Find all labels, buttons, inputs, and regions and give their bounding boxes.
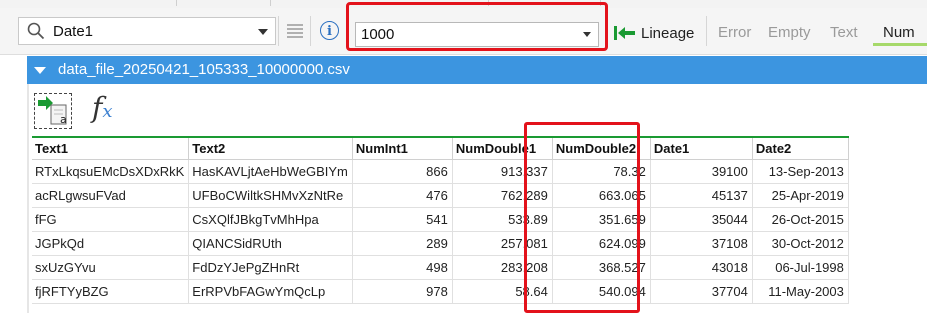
table-cell[interactable]: CsXQlfJBkgTvMhHpa bbox=[188, 207, 353, 232]
table-cell[interactable]: sxUzGYvu bbox=[32, 255, 190, 280]
field-select[interactable]: Date1 bbox=[18, 17, 276, 45]
import-file-icon: a bbox=[38, 96, 67, 126]
table-cell[interactable]: 11-May-2003 bbox=[752, 279, 849, 304]
search-icon bbox=[27, 22, 45, 40]
filter-error[interactable]: Error bbox=[718, 24, 751, 41]
table-cell[interactable]: 257.081 bbox=[452, 231, 553, 256]
tab-divider bbox=[600, 0, 601, 6]
panel-left-edge bbox=[27, 84, 29, 313]
table-cell[interactable]: fjRFTYyBZG bbox=[32, 279, 190, 304]
table-cell[interactable]: 289 bbox=[352, 231, 453, 256]
table-cell[interactable]: 45137 bbox=[650, 183, 753, 208]
table-cell[interactable]: 866 bbox=[352, 159, 453, 184]
table-cell[interactable]: 624.099 bbox=[552, 231, 651, 256]
tab-divider bbox=[488, 0, 489, 6]
filter-num-active-indicator bbox=[873, 43, 927, 46]
toolbar-divider bbox=[706, 16, 707, 46]
table-row[interactable]: fjRFTYyBZG ErRPVbFAGwYmQcLp 978 58.64 540.09… bbox=[32, 279, 849, 304]
table-cell[interactable]: 283.208 bbox=[452, 255, 553, 280]
field-select-value: Date1 bbox=[53, 23, 94, 40]
table-cell[interactable]: 762.289 bbox=[452, 183, 553, 208]
table-cell[interactable]: 663.065 bbox=[552, 183, 651, 208]
table-cell[interactable]: 37704 bbox=[650, 279, 753, 304]
column-header[interactable]: Text2 bbox=[188, 136, 353, 160]
tab-divider bbox=[176, 0, 177, 6]
toolbar-divider bbox=[278, 16, 279, 46]
column-header[interactable]: NumInt1 bbox=[352, 136, 453, 160]
table-cell[interactable]: RTxLkqsuEMcDsXDxRkK bbox=[32, 159, 190, 184]
filter-empty[interactable]: Empty bbox=[768, 24, 811, 41]
table-cell[interactable]: ErRPVbFAGwYmQcLp bbox=[188, 279, 353, 304]
table-cell[interactable]: fFG bbox=[32, 207, 190, 232]
table-cell[interactable]: 498 bbox=[352, 255, 453, 280]
function-icon[interactable]: fx bbox=[92, 93, 113, 127]
table-cell[interactable]: FdDzYJePgZHnRt bbox=[188, 255, 353, 280]
lineage-button[interactable]: Lineage bbox=[614, 22, 694, 44]
tab-divider bbox=[270, 0, 271, 6]
list-icon[interactable] bbox=[287, 24, 303, 38]
column-header[interactable]: Date2 bbox=[752, 136, 849, 160]
table-cell[interactable]: 540.094 bbox=[552, 279, 651, 304]
info-icon[interactable]: i bbox=[320, 21, 339, 40]
table-cell[interactable]: 533.89 bbox=[452, 207, 553, 232]
table-cell[interactable]: 351.659 bbox=[552, 207, 651, 232]
data-grid: Text1 Text2 NumInt1 NumDouble1 NumDouble2 Dat… bbox=[32, 136, 849, 304]
table-cell[interactable]: QIANCSidRUth bbox=[188, 231, 353, 256]
table-cell[interactable]: 30-Oct-2012 bbox=[752, 231, 849, 256]
table-cell[interactable]: 35044 bbox=[650, 207, 753, 232]
table-cell[interactable]: acRLgwsuFVad bbox=[32, 183, 190, 208]
lineage-icon bbox=[614, 26, 635, 40]
row-limit-value: 1000 bbox=[361, 26, 395, 43]
collapse-icon[interactable] bbox=[34, 67, 46, 74]
svg-text:a: a bbox=[60, 113, 67, 126]
table-cell[interactable]: 978 bbox=[352, 279, 453, 304]
table-cell[interactable]: 43018 bbox=[650, 255, 753, 280]
table-cell[interactable]: UFBoCWiltkSHMvXzNtRe bbox=[188, 183, 353, 208]
table-cell[interactable]: 78.32 bbox=[552, 159, 651, 184]
table-row[interactable]: RTxLkqsuEMcDsXDxRkK HasKAVLjtAeHbWeGBIYm 8… bbox=[32, 159, 849, 184]
table-cell[interactable]: 25-Apr-2019 bbox=[752, 183, 849, 208]
table-cell[interactable]: 58.64 bbox=[452, 279, 553, 304]
table-cell[interactable]: 368.527 bbox=[552, 255, 651, 280]
chevron-down-icon[interactable] bbox=[258, 29, 268, 35]
table-cell[interactable]: 06-Jul-1998 bbox=[752, 255, 849, 280]
column-header[interactable]: Text1 bbox=[32, 136, 190, 160]
panel-title: data_file_20250421_105333_10000000.csv bbox=[58, 61, 350, 78]
table-cell[interactable]: 913.337 bbox=[452, 159, 553, 184]
table-row[interactable]: JGPkQd QIANCSidRUth 289 257.081 624.099 37108… bbox=[32, 231, 849, 256]
table-row[interactable]: fFG CsXQlfJBkgTvMhHpa 541 533.89 351.659 3504… bbox=[32, 207, 849, 232]
table-body: RTxLkqsuEMcDsXDxRkK HasKAVLjtAeHbWeGBIYm 8… bbox=[32, 159, 849, 304]
row-limit-select[interactable]: 1000 bbox=[355, 22, 599, 47]
table-cell[interactable]: 541 bbox=[352, 207, 453, 232]
filter-text[interactable]: Text bbox=[830, 24, 858, 41]
table-row[interactable]: sxUzGYvu FdDzYJePgZHnRt 498 283.208 368.527 4… bbox=[32, 255, 849, 280]
panel-header[interactable]: data_file_20250421_105333_10000000.csv bbox=[27, 56, 927, 84]
table-cell[interactable]: 476 bbox=[352, 183, 453, 208]
filter-num[interactable]: Num bbox=[883, 24, 915, 41]
top-strip bbox=[0, 0, 927, 8]
table-cell[interactable]: HasKAVLjtAeHbWeGBIYm bbox=[188, 159, 353, 184]
toolbar-divider bbox=[310, 16, 311, 46]
table-row[interactable]: acRLgwsuFVad UFBoCWiltkSHMvXzNtRe 476 762.2… bbox=[32, 183, 849, 208]
column-header[interactable]: Date1 bbox=[650, 136, 753, 160]
table-cell[interactable]: 26-Oct-2015 bbox=[752, 207, 849, 232]
table-header-row: Text1 Text2 NumInt1 NumDouble1 NumDouble2 Dat… bbox=[32, 136, 849, 160]
lineage-label: Lineage bbox=[641, 24, 695, 42]
toolbar: Date1 i 1000 Lineage Error Empty Text Nu… bbox=[0, 8, 927, 55]
chevron-down-icon[interactable] bbox=[583, 32, 591, 37]
table-cell[interactable]: JGPkQd bbox=[32, 231, 190, 256]
table-cell[interactable]: 37108 bbox=[650, 231, 753, 256]
import-icon[interactable]: a bbox=[34, 93, 72, 129]
column-header[interactable]: NumDouble1 bbox=[452, 136, 553, 160]
table-cell[interactable]: 39100 bbox=[650, 159, 753, 184]
column-header[interactable]: NumDouble2 bbox=[552, 136, 651, 160]
table-cell[interactable]: 13-Sep-2013 bbox=[752, 159, 849, 184]
